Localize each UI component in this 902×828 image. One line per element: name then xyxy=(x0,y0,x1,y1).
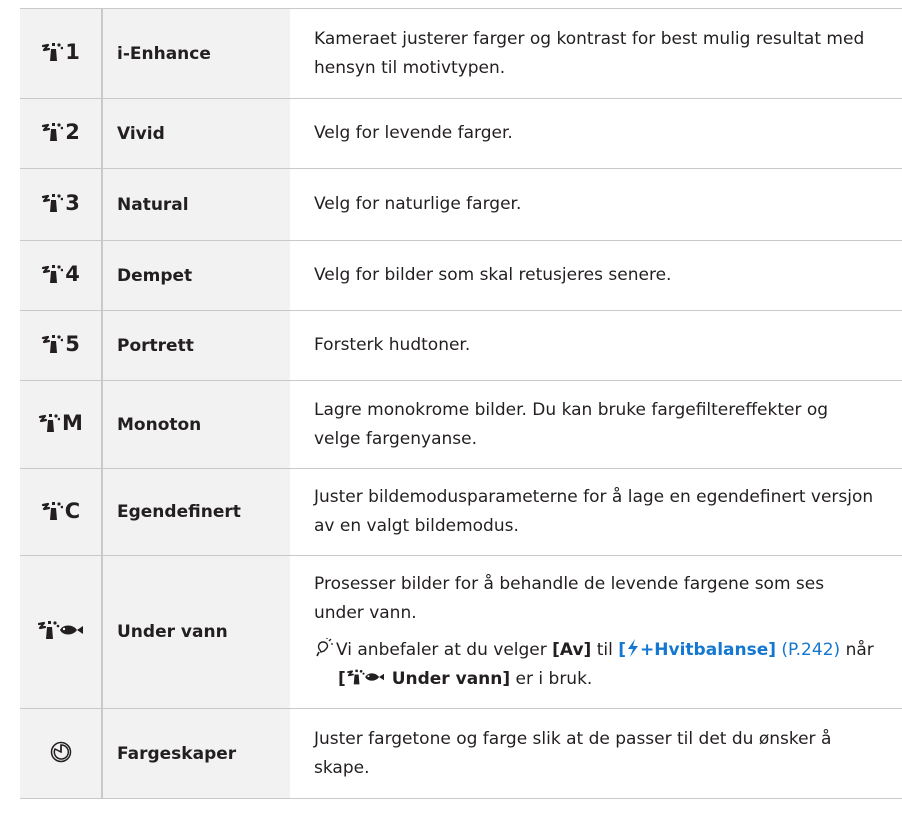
mode-description: Juster fargetone og farge slik at de pas… xyxy=(290,708,902,799)
picture-mode-icon xyxy=(38,412,61,434)
table-row: 2 Vivid Velg for levende farger. xyxy=(20,98,902,169)
mode-name: Natural xyxy=(102,168,290,241)
underwater-mode-ref: [ Under vann] xyxy=(338,668,511,689)
flash-icon xyxy=(628,639,639,657)
mode-number: 5 xyxy=(65,332,80,356)
underwater-fish-icon xyxy=(346,668,384,686)
picture-mode-icon: 1 xyxy=(41,40,80,64)
color-creator-cell xyxy=(20,708,103,799)
mode-name: Fargeskaper xyxy=(102,708,290,799)
av-setting: [Av] xyxy=(552,640,592,660)
mode-name: Dempet xyxy=(102,240,290,311)
table-row: 3 Natural Velg for naturlige farger. xyxy=(20,168,902,241)
picture-mode-icon: 4 xyxy=(41,262,80,286)
picture-mode-icon xyxy=(41,500,63,521)
mode-description: Juster bildemodusparameterne for å lage … xyxy=(290,468,902,556)
table-row: 5 Portrett Forsterk hudtoner. xyxy=(20,310,902,381)
underwater-fish-icon xyxy=(37,619,83,641)
picture-mode-table: 1 i-Enhance Kameraet justerer farger og ko… xyxy=(20,8,902,799)
underwater-description: Prosesser bilder for å behandle de leven… xyxy=(314,574,825,623)
mode-name: Under vann xyxy=(102,555,290,709)
picture-mode-icon xyxy=(42,263,64,285)
picture-mode-icon: 2 xyxy=(41,120,80,144)
mode-icon-cell: 3 xyxy=(20,168,103,241)
mode-number: 1 xyxy=(65,40,80,64)
picture-mode-icon: 5 xyxy=(41,332,80,356)
mode-name: Vivid xyxy=(102,98,290,169)
picture-mode-icon: M xyxy=(38,411,83,435)
hint-icon xyxy=(316,638,333,657)
picture-mode-icon: C xyxy=(41,499,80,523)
mode-number: C xyxy=(64,498,81,523)
mode-icon-cell: M xyxy=(20,380,103,469)
mode-icon-cell: 4 xyxy=(20,240,103,311)
mode-icon-cell: 5 xyxy=(20,310,103,381)
mode-name: Portrett xyxy=(102,310,290,381)
mode-name: Monoton xyxy=(102,380,290,469)
mode-number: 2 xyxy=(65,120,80,144)
mode-description: Velg for naturlige farger. xyxy=(290,168,902,241)
table-row: Fargeskaper Juster fargetone og farge sl… xyxy=(20,708,902,799)
mode-number: 3 xyxy=(65,191,80,215)
color-creator-icon xyxy=(50,741,71,762)
table-row: Under vann Prosesser bilder for å behand… xyxy=(20,555,902,709)
hint-note: Vi anbefaler at du velger [Av] til [+Hvi… xyxy=(314,636,878,694)
table-row: 4 Dempet Velg for bilder som skal retusjer… xyxy=(20,240,902,311)
picture-mode-icon xyxy=(42,121,64,143)
underwater-mode-cell xyxy=(20,555,103,709)
mode-description: Forsterk hudtoner. xyxy=(290,310,902,381)
picture-mode-icon xyxy=(42,192,64,214)
mode-number: M xyxy=(62,411,83,435)
picture-mode-icon xyxy=(42,41,64,63)
table-row: M Monoton Lagre monokrome bilder. Du kan b… xyxy=(20,380,902,469)
mode-name: Egendefinert xyxy=(102,468,290,556)
mode-name: i-Enhance xyxy=(102,8,290,99)
mode-icon-cell: 2 xyxy=(20,98,103,169)
table-row: C Egendefinert Juster bildemodusparametern… xyxy=(20,468,902,556)
wb-link[interactable]: [+Hvitbalanse] xyxy=(618,639,776,660)
mode-icon-cell: 1 xyxy=(20,8,103,99)
mode-icon-cell: C xyxy=(20,468,103,556)
mode-description: Velg for bilder som skal retusjeres sene… xyxy=(290,240,902,311)
mode-description: Prosesser bilder for å behandle de leven… xyxy=(290,555,902,709)
mode-description: Lagre monokrome bilder. Du kan bruke far… xyxy=(290,380,902,469)
mode-description: Kameraet justerer farger og kontrast for… xyxy=(290,8,902,99)
picture-mode-icon: 3 xyxy=(41,191,80,215)
page-reference-link[interactable]: (P.242) xyxy=(781,640,840,660)
table-row: 1 i-Enhance Kameraet justerer farger og ko… xyxy=(20,8,902,99)
picture-mode-icon xyxy=(42,333,64,355)
mode-description: Velg for levende farger. xyxy=(290,98,902,169)
mode-number: 4 xyxy=(65,262,80,286)
